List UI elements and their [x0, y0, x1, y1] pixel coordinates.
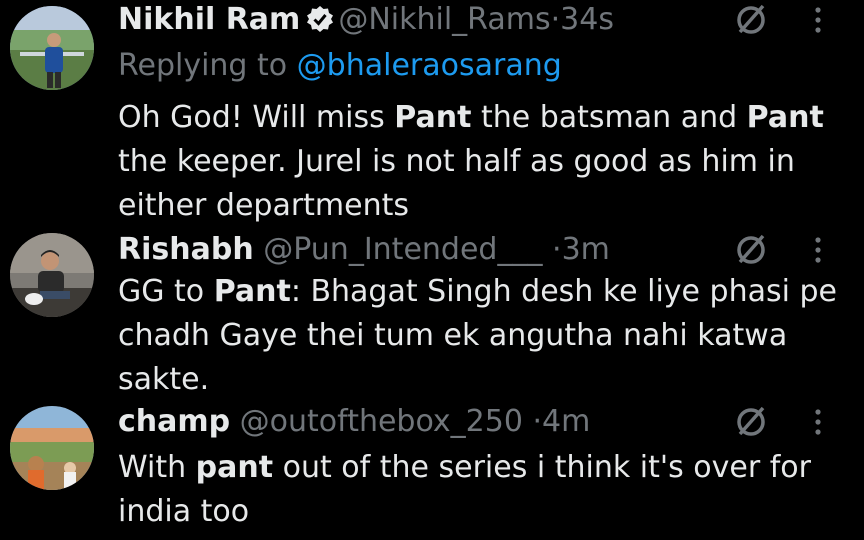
timestamp[interactable]: 4m [542, 404, 590, 439]
separator-dot: · [532, 404, 543, 439]
slashed-circle-icon[interactable] [733, 404, 769, 440]
text-part-bold: Pant [213, 274, 291, 309]
user-handle[interactable]: @Nikhil_Rams [338, 2, 550, 37]
separator-dot: · [552, 232, 562, 267]
text-part-bold: pant [195, 450, 274, 485]
timestamp[interactable]: 34s [560, 2, 614, 37]
tweet[interactable]: Nikhil Ram @Nikhil_Rams·34s Replying to @… [0, 0, 864, 230]
tweet-text: GG to Pant: Bhagat Singh desh ke liye ph… [118, 270, 853, 402]
tweet-text: Oh God! Will miss Pant the batsman and P… [118, 96, 853, 228]
more-vertical-icon[interactable] [808, 232, 828, 268]
text-part: Oh God! Will miss [118, 100, 395, 135]
text-part: the batsman and [471, 100, 747, 135]
tweet-header: champ @outofthebox_250 ·4m [118, 402, 764, 442]
avatar[interactable] [10, 406, 94, 490]
text-part: the keeper. Jurel is not half as good as… [118, 144, 795, 223]
user-handle[interactable]: @Pun_Intended___ [263, 232, 542, 267]
tweet-header: Nikhil Ram @Nikhil_Rams·34s [118, 0, 764, 40]
mention-link[interactable]: @bhaleraosarang [297, 48, 562, 83]
more-vertical-icon[interactable] [808, 404, 828, 440]
display-name[interactable]: champ [118, 404, 230, 439]
text-part-bold: Pant [394, 100, 472, 135]
avatar[interactable] [10, 233, 94, 317]
avatar[interactable] [10, 6, 94, 90]
slashed-circle-icon[interactable] [733, 2, 769, 38]
tweet-header: Rishabh @Pun_Intended___ ·3m [118, 230, 764, 270]
more-vertical-icon[interactable] [808, 2, 828, 38]
display-name[interactable]: Rishabh [118, 232, 254, 267]
separator-dot: · [550, 2, 561, 37]
text-part-bold: Pant [746, 100, 824, 135]
user-handle[interactable]: @outofthebox_250 [240, 404, 523, 439]
replying-to: Replying to @bhaleraosarang [118, 46, 562, 86]
tweet[interactable]: Rishabh @Pun_Intended___ ·3m GG to Pant:… [0, 230, 864, 400]
replying-prefix: Replying to [118, 48, 297, 83]
text-part: GG to [118, 274, 214, 309]
verified-badge-icon [306, 4, 334, 32]
display-name[interactable]: Nikhil Ram [118, 2, 300, 37]
timestamp[interactable]: 3m [562, 232, 610, 267]
tweet[interactable]: champ @outofthebox_250 ·4m With pant out… [0, 402, 864, 540]
slashed-circle-icon[interactable] [733, 232, 769, 268]
tweet-text: With pant out of the series i think it's… [118, 446, 853, 534]
text-part: With [118, 450, 196, 485]
